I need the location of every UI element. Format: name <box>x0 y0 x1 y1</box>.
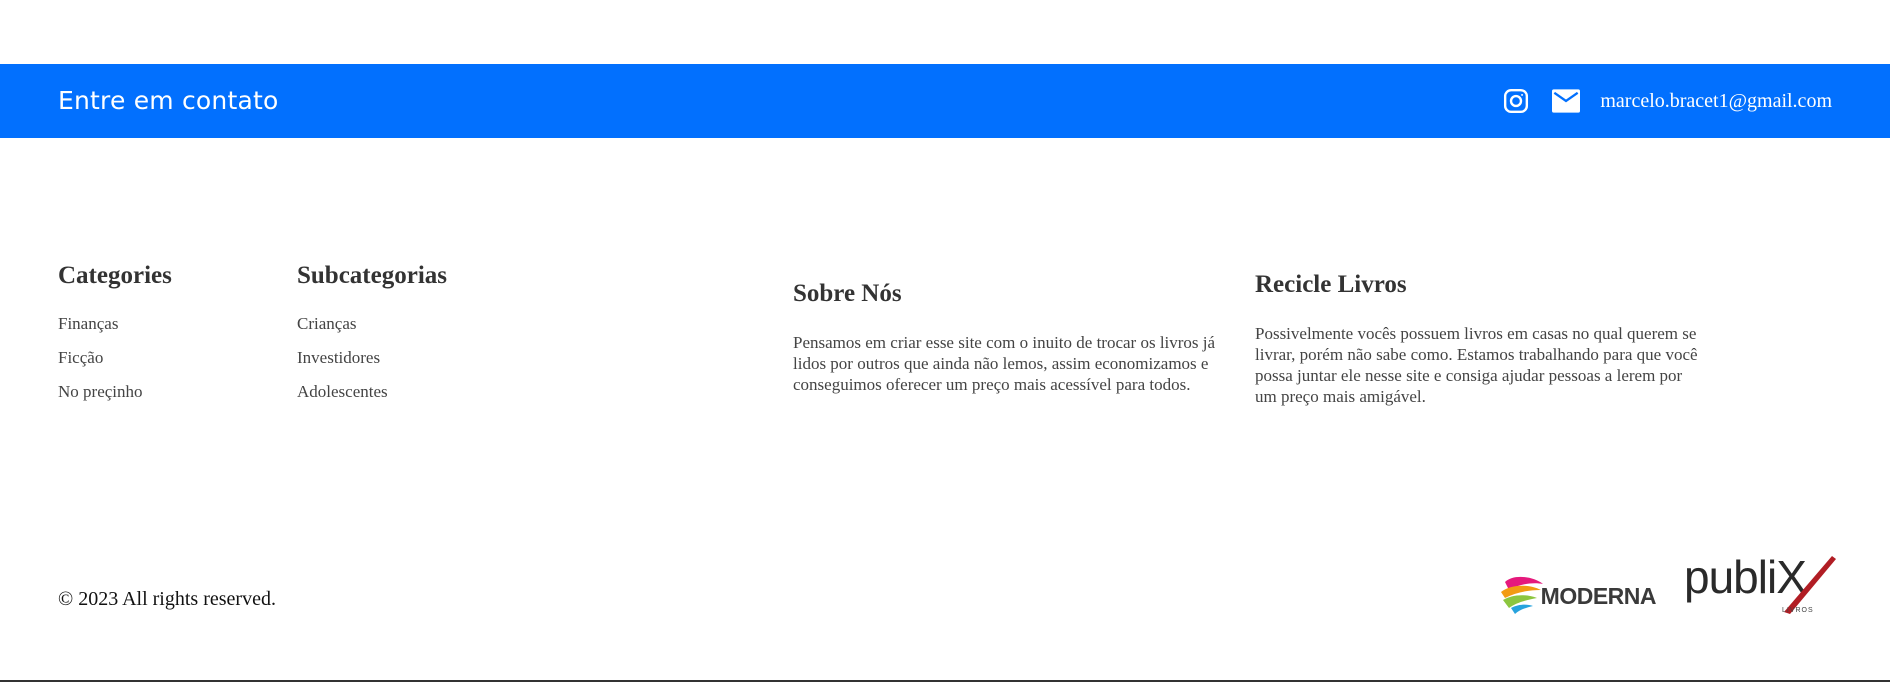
category-link-no-precinho[interactable]: No preçinho <box>58 382 143 401</box>
category-link-financas[interactable]: Finanças <box>58 314 118 333</box>
subcategory-link-criancas[interactable]: Crianças <box>297 314 356 333</box>
recycle-text: Possivelmente vocês possuem livros em ca… <box>1255 324 1698 406</box>
about-section: Sobre Nós Pensamos em criar esse site co… <box>793 280 1233 395</box>
instagram-icon[interactable] <box>1502 87 1530 115</box>
contact-bar: Entre em contato marcelo.bracet1@gmail.c… <box>0 64 1890 138</box>
subcategory-item: Crianças <box>297 307 447 341</box>
subcategory-item: Adolescentes <box>297 375 447 409</box>
partner-logos: MODERNA publiX LIVROS <box>1499 551 1836 616</box>
recycle-section: Recicle Livros Possivelmente vocês possu… <box>1255 271 1705 407</box>
page: Entre em contato marcelo.bracet1@gmail.c… <box>0 0 1890 682</box>
subcategories-list: Crianças Investidores Adolescentes <box>297 307 447 409</box>
recycle-title: Recicle Livros <box>1255 271 1407 298</box>
category-item: Finanças <box>58 307 172 341</box>
category-item: Ficção <box>58 341 172 375</box>
publix-logo-subtitle: LIVROS <box>1782 607 1814 614</box>
category-link-ficcao[interactable]: Ficção <box>58 348 103 367</box>
copyright: © 2023 All rights reserved. <box>58 588 276 610</box>
subcategory-link-adolescentes[interactable]: Adolescentes <box>297 382 388 401</box>
about-text: Pensamos em criar esse site com o inuito… <box>793 333 1216 394</box>
categories-title: Categories <box>58 262 172 289</box>
publix-logo: publiX LIVROS <box>1684 551 1836 616</box>
email-link[interactable]: marcelo.bracet1@gmail.com <box>1600 90 1832 113</box>
moderna-logo-text: MODERNA <box>1540 582 1657 609</box>
moderna-logo: MODERNA <box>1499 576 1657 616</box>
moderna-logo-mark <box>1500 576 1543 614</box>
category-item: No preçinho <box>58 375 172 409</box>
contact-links: marcelo.bracet1@gmail.com <box>1502 64 1832 138</box>
subcategories-section: Subcategorias Crianças Investidores Adol… <box>297 262 447 409</box>
about-title: Sobre Nós <box>793 280 902 307</box>
categories-list: Finanças Ficção No preçinho <box>58 307 172 409</box>
categories-section: Categories Finanças Ficção No preçinho <box>58 262 172 409</box>
contact-title: Entre em contato <box>58 86 279 115</box>
subcategory-item: Investidores <box>297 341 447 375</box>
subcategories-title: Subcategorias <box>297 262 447 289</box>
mail-icon[interactable] <box>1552 87 1581 115</box>
subcategory-link-investidores[interactable]: Investidores <box>297 348 380 367</box>
